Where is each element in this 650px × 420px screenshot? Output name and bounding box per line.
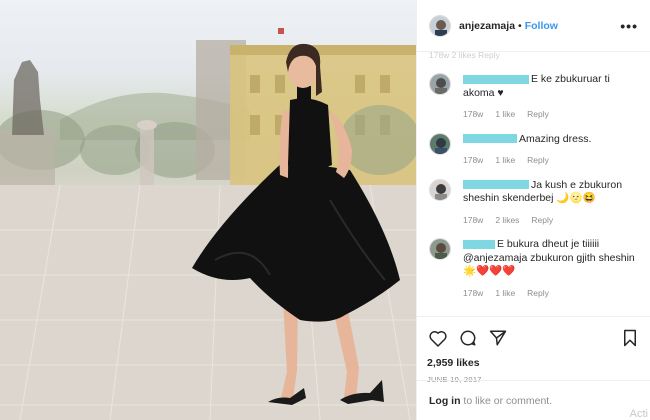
redacted-username: [463, 74, 529, 84]
photo-illustration: [0, 28, 416, 420]
redacted-username: [463, 180, 529, 190]
reply-button[interactable]: Reply: [527, 287, 549, 301]
comment-time: 178w: [463, 287, 484, 298]
commenter-avatar[interactable]: [429, 238, 451, 260]
comment-item: E ke zbukuruar ti akoma ♥ 178w 1 like Re…: [429, 73, 639, 122]
comments-list[interactable]: 178w 2 likes Reply E ke zbukuruar ti ako…: [417, 52, 650, 316]
post-photo[interactable]: [0, 0, 416, 420]
reply-button[interactable]: Reply: [527, 154, 549, 168]
comment-time: 178w: [463, 155, 484, 165]
separator-dot: •: [518, 19, 522, 32]
heart-icon[interactable]: [427, 327, 449, 349]
comment-text-line2: akoma ♥: [463, 86, 504, 99]
likes-count[interactable]: 2,959 likes: [427, 357, 641, 369]
post-header: anjezamaja • Follow •••: [417, 0, 650, 52]
comment-likes[interactable]: 1 like: [495, 154, 515, 168]
username-link[interactable]: anjezamaja: [459, 20, 515, 32]
comment-likes[interactable]: 1 like: [495, 108, 515, 122]
commenter-avatar[interactable]: [429, 73, 451, 95]
reply-button[interactable]: Reply: [531, 214, 553, 228]
comment-icon[interactable]: [457, 327, 479, 349]
reply-button[interactable]: Reply: [527, 108, 549, 122]
comment-text: E bukura dheut je tiiiiii: [497, 238, 600, 250]
commenter-avatar[interactable]: [429, 132, 451, 155]
post-sidebar: anjezamaja • Follow ••• 178w 2 likes Rep…: [416, 0, 650, 420]
comment-text: E ke zbukuruar ti: [531, 73, 610, 85]
comment-time: 178w: [463, 214, 484, 225]
commenter-avatar[interactable]: [429, 178, 451, 201]
avatar[interactable]: [429, 14, 451, 37]
share-icon[interactable]: [487, 327, 509, 349]
redacted-username: [463, 239, 495, 249]
redacted-username: [463, 134, 517, 144]
comment-text-line3: 🌟❤️❤️❤️: [463, 265, 516, 277]
follow-button[interactable]: Follow: [525, 20, 558, 32]
more-dots-icon[interactable]: •••: [620, 18, 638, 34]
comment-likes[interactable]: 2 likes: [495, 214, 519, 228]
bookmark-icon[interactable]: [619, 327, 641, 349]
login-link[interactable]: Log in: [429, 395, 461, 407]
comment-likes[interactable]: 1 like: [495, 287, 515, 301]
comment-text: Ja kush e zbukuron: [531, 178, 623, 191]
comment-time: 178w: [463, 109, 484, 119]
comment-text: Amazing dress.: [519, 132, 592, 145]
comment-item: Amazing dress. 178w 1 like Reply: [429, 132, 639, 168]
comment-text-line2: sheshin skenderbej 🌙🌝😆: [463, 192, 596, 204]
login-prompt: Log in to like or comment.: [417, 380, 650, 420]
post-actions: 2,959 likes JUNE 10, 2017: [417, 316, 650, 384]
login-prompt-text: to like or comment.: [460, 395, 553, 407]
comment-item: Ja kush e zbukuron sheshin skenderbej 🌙🌝…: [429, 178, 639, 228]
comment-item: E bukura dheut je tiiiiii @anjezamaja zb…: [429, 238, 639, 300]
activation-watermark: Acti: [629, 408, 648, 420]
faded-comment-meta: 178w 2 likes Reply: [429, 52, 500, 60]
comment-text-line2: @anjezamaja zbukuron gjith sheshin: [463, 251, 635, 264]
